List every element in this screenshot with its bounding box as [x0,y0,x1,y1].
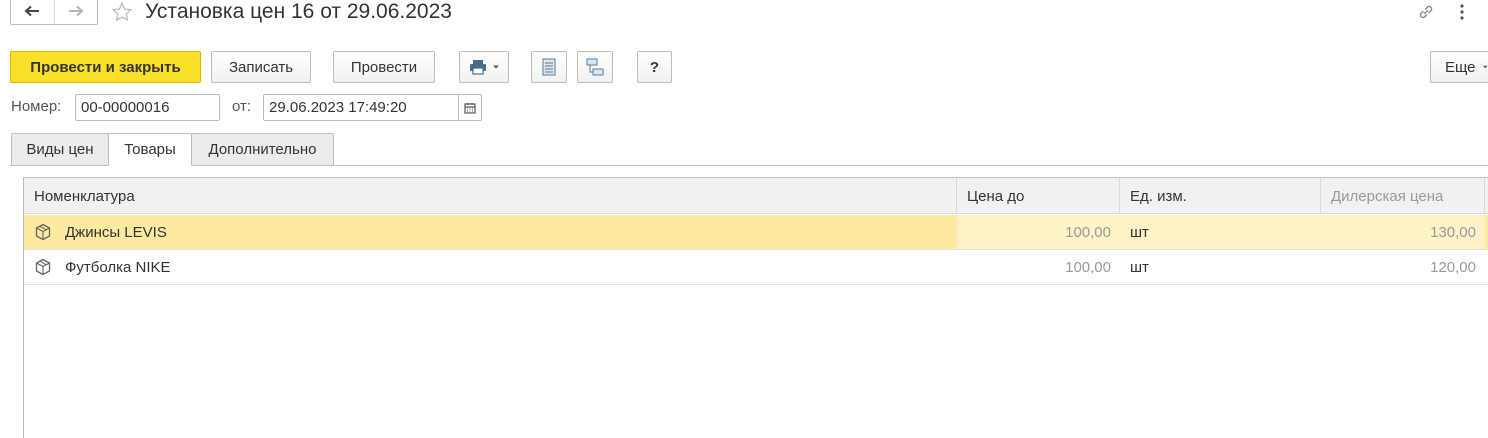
window-menu-button[interactable] [1452,2,1472,22]
calendar-icon [464,102,476,114]
number-label: Номер: [11,98,62,115]
number-field[interactable]: 00-00000016 [75,94,220,121]
chevron-down-icon [1482,65,1488,69]
page-title: Установка цен 16 от 29.06.2023 [145,0,452,23]
product-name: Джинсы LEVIS [65,223,167,241]
table-header: Номенклатура Цена до Ед. изм. Дилерская … [24,178,1488,214]
arrow-left-icon [24,5,40,16]
print-menu-button[interactable] [459,51,509,83]
structure-button[interactable] [577,51,613,83]
post-button[interactable]: Провести [333,51,435,83]
cell-price-before[interactable]: 100,00 [957,250,1120,284]
calendar-button[interactable] [458,94,482,121]
forward-button[interactable] [53,0,97,24]
get-link-button[interactable] [1416,2,1436,26]
number-value: 00-00000016 [81,99,170,116]
date-field[interactable]: 29.06.2023 17:49:20 [263,94,482,121]
cell-nomenclature[interactable]: Джинсы LEVIS [24,215,957,249]
date-label: от: [232,98,252,115]
product-box-icon [34,223,52,241]
column-header-unit[interactable]: Ед. изм. [1120,178,1321,214]
cell-nomenclature[interactable]: Футболка NIKE [24,250,957,284]
goods-table: Номенклатура Цена до Ед. изм. Дилерская … [23,177,1488,438]
column-header-nomenclature[interactable]: Номенклатура [24,178,957,214]
more-button-label: Еще [1445,58,1476,76]
cell-unit[interactable]: шт [1120,250,1321,284]
column-header-price-before[interactable]: Цена до [957,178,1120,214]
link-icon [1419,5,1433,19]
date-value: 29.06.2023 17:49:20 [269,99,407,116]
table-row[interactable]: Джинсы LEVIS 100,00 шт 130,00 [24,215,1488,250]
save-button[interactable]: Записать [211,51,311,83]
chevron-down-icon [492,65,499,69]
star-icon [111,1,133,22]
product-box-icon [34,258,52,276]
back-button[interactable] [11,0,54,24]
structure-icon [586,58,604,76]
favorite-button[interactable] [111,1,133,27]
table-row[interactable]: Футболка NIKE 100,00 шт 120,00 [24,250,1488,285]
column-header-dealer-price[interactable]: Дилерская цена [1321,178,1485,214]
vertical-dots-icon [1460,4,1464,20]
tab-price-types[interactable]: Виды цен [11,133,109,166]
product-name: Футболка NIKE [65,258,171,276]
tab-goods[interactable]: Товары [108,133,192,166]
tab-additional[interactable]: Дополнительно [191,133,334,166]
arrow-right-icon [68,5,84,16]
help-button[interactable]: ? [637,51,672,83]
list-view-button[interactable] [531,51,567,83]
list-icon [542,58,556,76]
more-button[interactable]: Еще [1430,51,1488,83]
navigation-group [10,0,98,25]
cell-dealer-price[interactable]: 130,00 [1321,215,1485,249]
cell-dealer-price[interactable]: 120,00 [1321,250,1485,284]
printer-icon [469,60,486,75]
cell-price-before[interactable]: 100,00 [957,215,1120,249]
post-and-close-button[interactable]: Провести и закрыть [10,51,201,83]
cell-unit[interactable]: шт [1120,215,1321,249]
